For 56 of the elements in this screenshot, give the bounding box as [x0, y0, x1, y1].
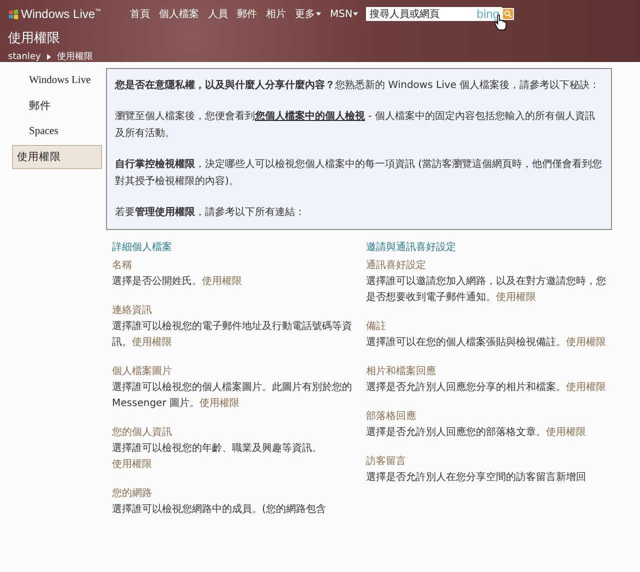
setting-title: 您的個人資訊 — [112, 426, 173, 440]
nav-link[interactable]: 首頁 — [130, 7, 150, 21]
permission-link[interactable]: 使用權限 — [566, 337, 606, 348]
sidebar-item[interactable]: 郵件 — [12, 94, 102, 118]
dropdown-caret-icon[interactable] — [353, 12, 358, 16]
permission-link[interactable]: 使用權限 — [496, 292, 536, 303]
nav-link[interactable]: 郵件 — [237, 7, 257, 21]
setting-description: 選擇是否公開姓氏。使用權限 — [112, 274, 243, 289]
sidebar-item[interactable]: 使用權限 — [12, 145, 102, 169]
info-paragraph: 您是否在意隱私權，以及與什麼人分享什麼內容？您熟悉新的 Windows Live 個人檔案後，請參考以下秘訣： — [115, 78, 601, 93]
setting-description: 選擇是否允許別人回應您的部落格文章。使用權限 — [366, 426, 587, 440]
permission-link[interactable]: 使用權限 — [112, 459, 152, 470]
permission-link[interactable]: 使用權限 — [202, 276, 242, 287]
nav-link[interactable]: 人員 — [208, 7, 228, 21]
nav-link[interactable]: 個人檔案 — [159, 7, 199, 21]
page-title: 使用權限 — [8, 30, 61, 47]
setting-title: 您的網路 — [112, 487, 153, 501]
sidebar-item[interactable]: Spaces — [12, 121, 102, 142]
profile-view-link[interactable]: 您個人檔案中的個人檢視 — [255, 111, 365, 122]
section-heading: 邀請與通訊喜好設定 — [366, 240, 457, 254]
section-heading: 詳細個人檔案 — [112, 240, 173, 254]
setting-description: 選擇誰可以在您的個人檔案張貼與檢視備註。使用權限 — [366, 336, 606, 350]
setting-title: 相片和檔案回應 — [366, 364, 437, 379]
breadcrumb-separator-icon — [46, 54, 51, 60]
nav-link[interactable]: MSN — [330, 8, 352, 20]
setting-title: 備註 — [366, 320, 387, 334]
nav-link[interactable]: 更多 — [295, 7, 315, 21]
permission-link[interactable]: 使用權限 — [132, 337, 172, 348]
windows-flag-icon — [8, 8, 19, 20]
permission-link[interactable]: 使用權限 — [566, 382, 606, 393]
setting-description: 選擇是否允許別人回應您分享的相片和檔案。使用權限 — [366, 380, 606, 395]
setting-title: 訪客留言 — [366, 454, 407, 469]
setting-description: 選擇是否允許別人在您分享空間的訪客留言新增回 — [366, 470, 587, 485]
permission-link[interactable]: 使用權限 — [199, 398, 240, 409]
search-icon — [504, 10, 512, 18]
setting-description: 選擇誰可以檢視您的個人檔案圖片。此圖片有別於您的 Messenger 圖片。使用權限 — [112, 380, 352, 411]
setting-description: 選擇誰可以檢視您的年齡、職業及興趣等資訊。 使用權限 — [112, 442, 323, 472]
info-paragraph: 若要管理使用權限，請參考以下所有連結： — [115, 206, 306, 220]
nav-link[interactable]: 相片 — [266, 7, 286, 21]
setting-title: 個人檔案圖片 — [112, 364, 173, 379]
setting-description: 選擇誰可以檢視您網路中的成員。(您的網路包含 — [112, 502, 327, 517]
setting-title: 連絡資訊 — [112, 304, 153, 318]
setting-title: 部落格回應 — [366, 410, 417, 424]
setting-title: 通訊喜好設定 — [366, 258, 427, 273]
setting-title: 名稱 — [112, 259, 133, 273]
search-button[interactable] — [502, 8, 514, 20]
info-paragraph: 瀏覽至個人檔案後，您便會看到您個人檔案中的個人檢視 - 個人檔案中的固定內容包括您輸入的所有個人資訊及所有活動。 — [115, 109, 596, 141]
setting-description: 選擇誰可以檢視您的電子郵件地址及行動電話號碼等資訊。使用權限 — [112, 320, 352, 350]
breadcrumb-link[interactable]: stanley — [8, 52, 41, 62]
dropdown-caret-icon[interactable] — [316, 12, 321, 16]
permission-link[interactable]: 使用權限 — [546, 427, 586, 438]
logo-text[interactable]: Windows Live$^{™}$ — [21, 7, 102, 21]
sidebar-item[interactable]: Windows Live — [12, 70, 102, 91]
info-paragraph: 自行掌控檢視權限，決定哪些人可以檢視您個人檔案中的每一項資訊 (當訪客瀏覽這個網頁時，他們僅會看到您對其授予檢視權限的內容)。 — [115, 158, 603, 189]
breadcrumb-link[interactable]: 使用權限 — [56, 50, 93, 63]
setting-description: 選擇誰可以邀請您加入網路，以及在對方邀請您時，您是否想要收到電子郵件通知。使用權限 — [366, 274, 606, 305]
